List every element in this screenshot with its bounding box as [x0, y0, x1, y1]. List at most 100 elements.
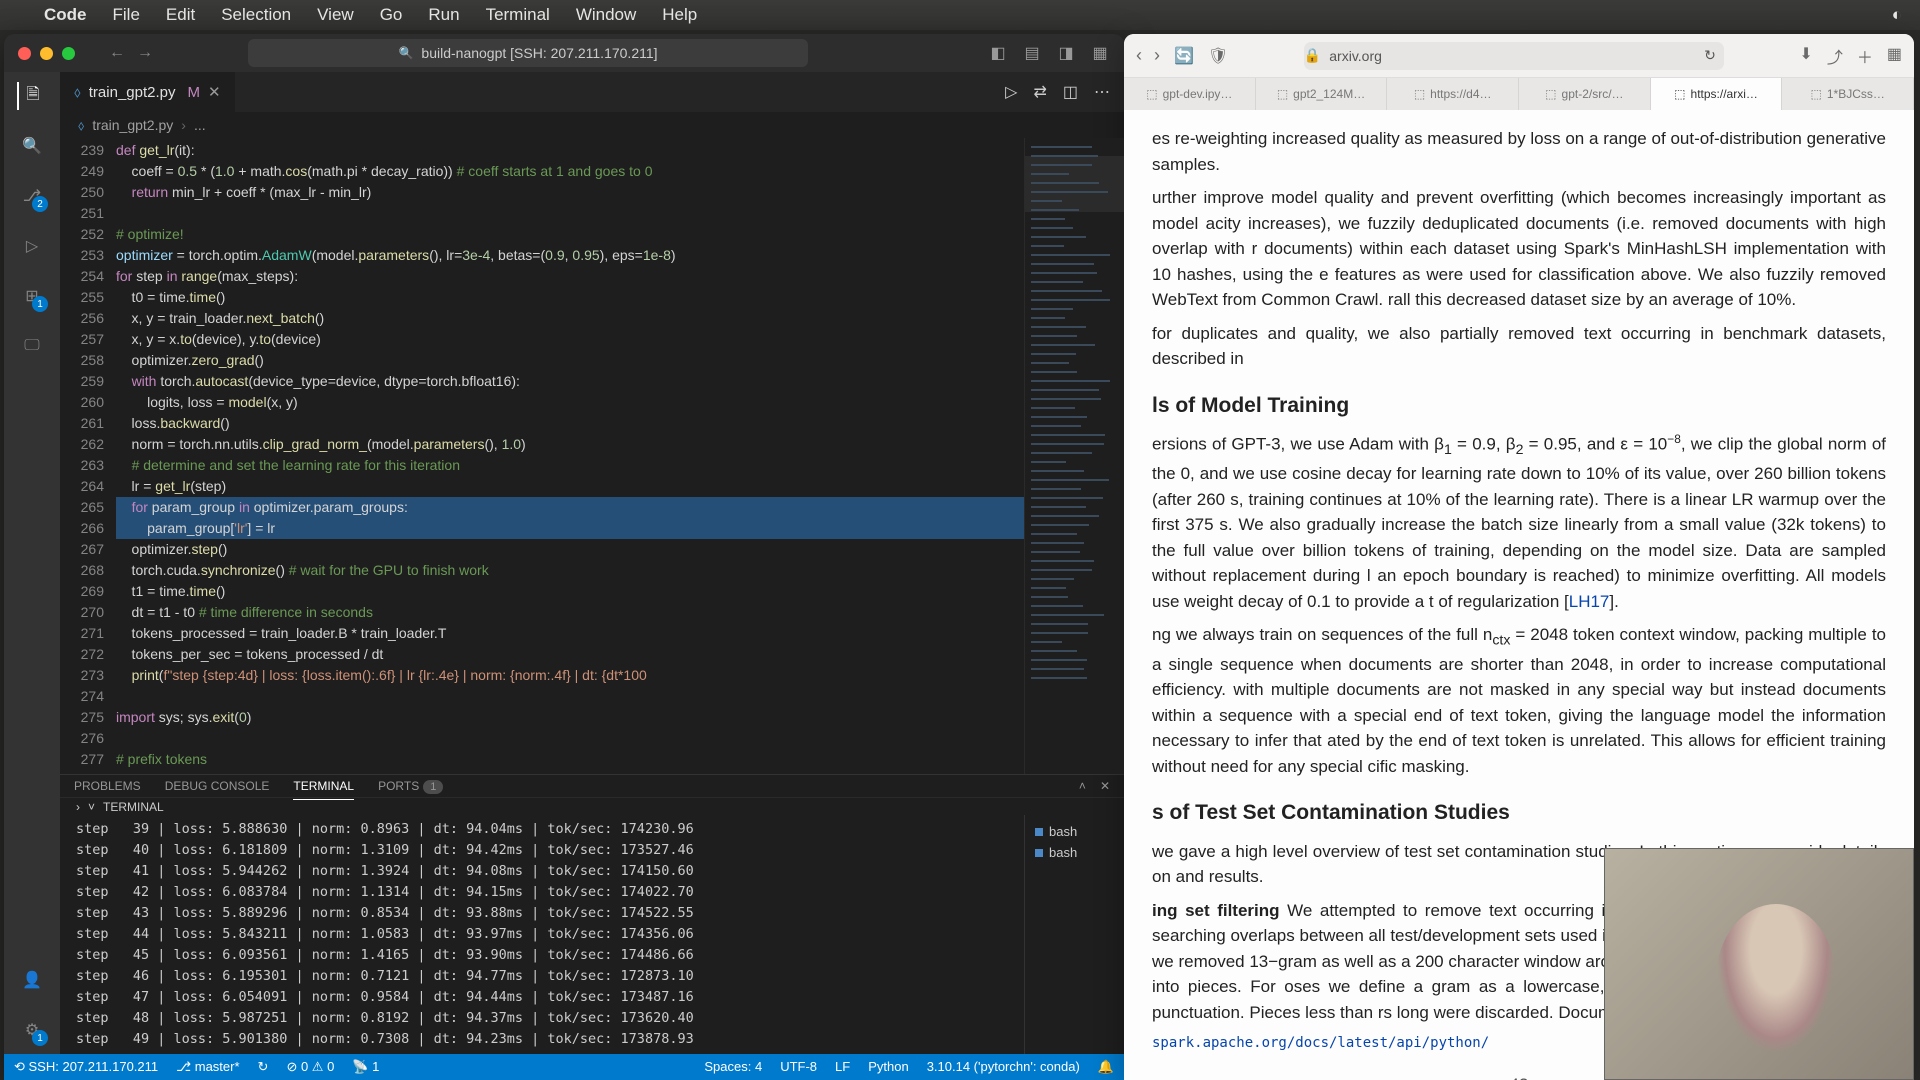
terminal-output[interactable]: step 39 | loss: 5.888630 | norm: 0.8963 … — [60, 815, 1024, 1054]
source-control-icon[interactable]: ⎇2 — [18, 182, 46, 210]
browser-forward-icon[interactable]: › — [1154, 45, 1160, 66]
breadcrumb[interactable]: ⬨ train_gpt2.py › ... — [60, 112, 1124, 138]
menu-terminal[interactable]: Terminal — [486, 5, 550, 25]
panel-close-icon[interactable]: ✕ — [1100, 779, 1110, 793]
editor-tab[interactable]: ⬨ train_gpt2.py M ✕ — [60, 72, 236, 112]
menu-view[interactable]: View — [317, 5, 354, 25]
python-file-icon: ⬨ — [78, 117, 84, 134]
paper-text: es re-weighting increased quality as mea… — [1152, 126, 1886, 177]
tabs-overview-icon[interactable]: ▦ — [1887, 44, 1902, 68]
shield-icon[interactable]: 🛡 — [1208, 46, 1228, 66]
browser-tab[interactable]: ⬚gpt-2/src/… — [1519, 78, 1651, 110]
url-text: arxiv.org — [1329, 48, 1382, 64]
gear-badge: 1 — [32, 1030, 48, 1046]
webcam-overlay — [1604, 848, 1914, 1080]
activity-bar: 🗎 🔍 ⎇2 ▷ ⊞1 🖵 👤 ⚙1 — [4, 72, 60, 1054]
notifications-icon[interactable]: 🔔 — [1098, 1059, 1114, 1075]
browser-back-icon[interactable]: ‹ — [1136, 45, 1142, 66]
browser-tab[interactable]: ⬚gpt-dev.ipy… — [1124, 78, 1256, 110]
share-icon[interactable]: ⤴ — [1827, 44, 1843, 68]
run-python-icon[interactable]: ▷ — [1005, 82, 1017, 102]
command-center[interactable]: 🔍 build-nanogpt [SSH: 207.211.170.211] — [248, 39, 808, 67]
panel-tab-problems[interactable]: PROBLEMS — [74, 779, 141, 793]
status-interpreter[interactable]: 3.10.14 ('pytorchn': conda) — [927, 1059, 1080, 1075]
close-window-button[interactable] — [18, 47, 31, 60]
code-editor[interactable]: 2392492502512522532542552562572582592602… — [60, 138, 1124, 774]
citation-link[interactable]: LH17 — [1569, 592, 1610, 611]
split-editor-icon[interactable]: ◫ — [1063, 82, 1078, 102]
status-spaces[interactable]: Spaces: 4 — [704, 1059, 762, 1075]
address-bar[interactable]: 🔒 arxiv.org ↻ — [1304, 42, 1724, 70]
safari-window: ‹ › 🔄 🛡 🔒 arxiv.org ↻ ⬇ ⤴ ＋ ▦ ⬚gpt-dev.i… — [1124, 34, 1914, 1080]
browser-tab[interactable]: ⬚https://arxi… — [1651, 78, 1783, 110]
reload-icon[interactable]: ↻ — [1704, 47, 1724, 64]
sync-icon[interactable]: ↻ — [258, 1059, 269, 1075]
more-actions-icon[interactable]: ⋯ — [1094, 82, 1110, 102]
code-content[interactable]: def get_lr(it): coeff = 0.5 * (1.0 + mat… — [116, 138, 1024, 774]
menubar-status-icon[interactable]: ◐ — [1892, 5, 1902, 25]
menu-file[interactable]: File — [113, 5, 140, 25]
vscode-window: ← → 🔍 build-nanogpt [SSH: 207.211.170.21… — [4, 34, 1124, 1080]
layout-sidebar-left-icon[interactable]: ◧ — [988, 43, 1008, 63]
menu-edit[interactable]: Edit — [166, 5, 195, 25]
status-bar: ⟲ SSH: 207.211.170.211 ⎇ master* ↻ ⊘ 0 ⚠… — [4, 1054, 1124, 1080]
tab-close-icon[interactable]: ✕ — [208, 83, 221, 101]
ext-badge: 1 — [32, 296, 48, 312]
layout-panel-icon[interactable]: ▤ — [1022, 43, 1042, 63]
nav-back-icon[interactable]: ← — [109, 44, 125, 62]
compare-changes-icon[interactable]: ⇄ — [1033, 82, 1046, 102]
extensions-icon[interactable]: ⊞1 — [18, 282, 46, 310]
browser-tab[interactable]: ⬚gpt2_124M… — [1256, 78, 1388, 110]
run-debug-icon[interactable]: ▷ — [18, 232, 46, 260]
layout-customize-icon[interactable]: ▦ — [1090, 43, 1110, 63]
macos-menubar: Code File Edit Selection View Go Run Ter… — [0, 0, 1920, 30]
remote-explorer-icon[interactable]: 🖵 — [18, 332, 46, 360]
menu-selection[interactable]: Selection — [221, 5, 291, 25]
explorer-icon[interactable]: 🗎 — [17, 82, 45, 110]
browser-toolbar: ‹ › 🔄 🛡 🔒 arxiv.org ↻ ⬇ ⤴ ＋ ▦ — [1124, 34, 1914, 78]
chevron-down-icon[interactable]: ˅ — [88, 800, 95, 814]
breadcrumb-rest: ... — [194, 117, 206, 133]
browser-tabs: ⬚gpt-dev.ipy…⬚gpt2_124M…⬚https://d4…⬚gpt… — [1124, 78, 1914, 110]
search-activity-icon[interactable]: 🔍 — [18, 132, 46, 160]
maximize-window-button[interactable] — [62, 47, 75, 60]
panel-tabs: PROBLEMS DEBUG CONSOLE TERMINAL PORTS1 ˄… — [60, 775, 1124, 798]
browser-tab[interactable]: ⬚https://d4… — [1387, 78, 1519, 110]
panel-tab-debug[interactable]: DEBUG CONSOLE — [165, 779, 270, 793]
panel-maximize-icon[interactable]: ˄ — [1079, 779, 1086, 793]
app-name[interactable]: Code — [44, 5, 87, 25]
window-controls — [18, 47, 75, 60]
layout-sidebar-right-icon[interactable]: ◨ — [1056, 43, 1076, 63]
status-eol[interactable]: LF — [835, 1059, 850, 1075]
git-branch[interactable]: ⎇ master* — [176, 1059, 239, 1075]
nav-forward-icon[interactable]: → — [137, 44, 153, 62]
new-tab-icon[interactable]: ＋ — [1857, 44, 1873, 68]
browser-tab[interactable]: ⬚1*BJCss… — [1782, 78, 1914, 110]
account-icon[interactable]: 👤 — [18, 966, 46, 994]
download-icon[interactable]: ⬇ — [1799, 44, 1812, 68]
status-ports[interactable]: 📡 1 — [352, 1059, 379, 1075]
terminal-shell-item[interactable]: bash — [1035, 842, 1114, 863]
status-encoding[interactable]: UTF-8 — [780, 1059, 817, 1075]
paper-heading: ls of Model Training — [1152, 390, 1886, 422]
menu-help[interactable]: Help — [662, 5, 697, 25]
paper-text: for duplicates and quality, we also part… — [1152, 321, 1886, 372]
minimap[interactable] — [1024, 138, 1124, 774]
menu-run[interactable]: Run — [428, 5, 459, 25]
status-language[interactable]: Python — [868, 1059, 908, 1075]
paper-content[interactable]: es re-weighting increased quality as mea… — [1124, 110, 1914, 1080]
panel-tab-terminal[interactable]: TERMINAL — [293, 779, 354, 800]
terminal-shell-item[interactable]: bash — [1035, 821, 1114, 842]
menu-go[interactable]: Go — [380, 5, 403, 25]
status-errors[interactable]: ⊘ 0 ⚠ 0 — [286, 1059, 334, 1075]
remote-indicator[interactable]: ⟲ SSH: 207.211.170.211 — [14, 1059, 158, 1075]
panel-tab-ports[interactable]: PORTS1 — [378, 779, 443, 793]
vscode-titlebar: ← → 🔍 build-nanogpt [SSH: 207.211.170.21… — [4, 34, 1124, 72]
menu-window[interactable]: Window — [576, 5, 636, 25]
chevron-right-icon: › — [181, 117, 186, 133]
settings-gear-icon[interactable]: ⚙1 — [18, 1016, 46, 1044]
lock-icon: 🔒 — [1304, 47, 1321, 64]
privacy-report-icon[interactable]: 🔄 — [1174, 46, 1194, 66]
chevron-right-icon[interactable]: › — [76, 800, 80, 814]
minimize-window-button[interactable] — [40, 47, 53, 60]
